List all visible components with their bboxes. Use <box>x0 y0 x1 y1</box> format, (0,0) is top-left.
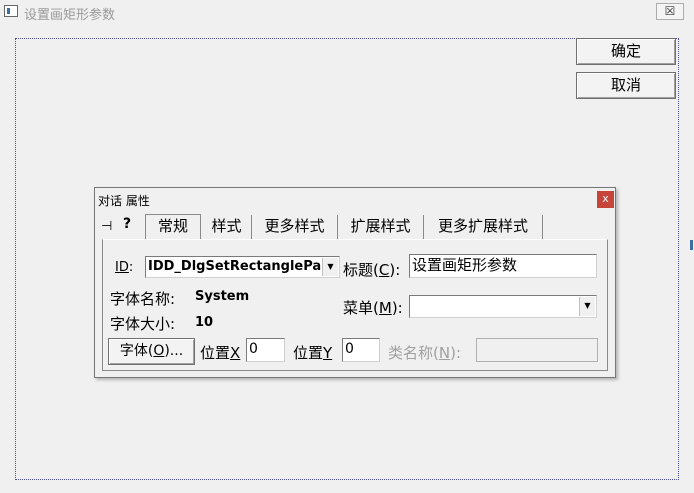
help-icon[interactable]: ? <box>123 216 131 232</box>
caption-input[interactable]: 设置画矩形参数 <box>409 254 597 278</box>
font-size-value: 10 <box>195 315 214 330</box>
menu-label: 菜单(M): <box>343 299 403 317</box>
pos-x-input[interactable]: 0 <box>246 338 285 362</box>
tab-extended-style[interactable]: 扩展样式 <box>338 215 424 239</box>
id-label: ID: <box>115 260 134 275</box>
pos-y-input[interactable]: 0 <box>342 338 380 362</box>
resize-handle[interactable] <box>690 240 693 250</box>
pos-y-label: 位置Y <box>293 344 333 362</box>
properties-close-icon[interactable]: x <box>597 191 614 208</box>
chevron-down-icon[interactable]: ▼ <box>579 297 595 316</box>
font-size-label: 字体大小: <box>110 315 176 333</box>
caption-label: 标题(C): <box>343 261 401 279</box>
window-title: 设置画矩形参数 <box>24 8 116 23</box>
properties-title: 对话 属性 <box>98 194 150 208</box>
menu-combobox[interactable]: ▼ <box>409 295 597 318</box>
pin-icon[interactable]: ⊣ <box>101 219 112 234</box>
pos-x-label: 位置X <box>200 344 241 362</box>
window-title-bar: 设置画矩形参数 ☒ <box>0 0 694 24</box>
tab-general[interactable]: 常规 <box>145 214 201 240</box>
window-close-button[interactable]: ☒ <box>656 3 684 20</box>
tab-style[interactable]: 样式 <box>202 215 252 239</box>
tab-more-style[interactable]: 更多样式 <box>252 215 338 239</box>
dialog-properties-window: 对话 属性 x ⊣ ? 常规 样式 更多样式 扩展样式 更多扩展样式 ID: I… <box>94 187 616 378</box>
class-name-label: 类名称(N): <box>388 344 461 362</box>
app-icon <box>4 5 18 17</box>
chevron-down-icon[interactable]: ▼ <box>322 258 338 276</box>
font-name-value: System <box>195 289 250 304</box>
class-name-input <box>476 338 598 362</box>
font-button[interactable]: 字体(O)... <box>108 338 195 365</box>
cancel-button[interactable]: 取消 <box>576 72 676 99</box>
id-value: IDD_DlgSetRectanglePara <box>148 259 337 274</box>
font-name-label: 字体名称: <box>110 290 176 308</box>
ok-button[interactable]: 确定 <box>576 38 676 65</box>
tab-more-extended-style[interactable]: 更多扩展样式 <box>424 215 543 239</box>
id-combobox[interactable]: IDD_DlgSetRectanglePara ▼ <box>145 256 340 278</box>
